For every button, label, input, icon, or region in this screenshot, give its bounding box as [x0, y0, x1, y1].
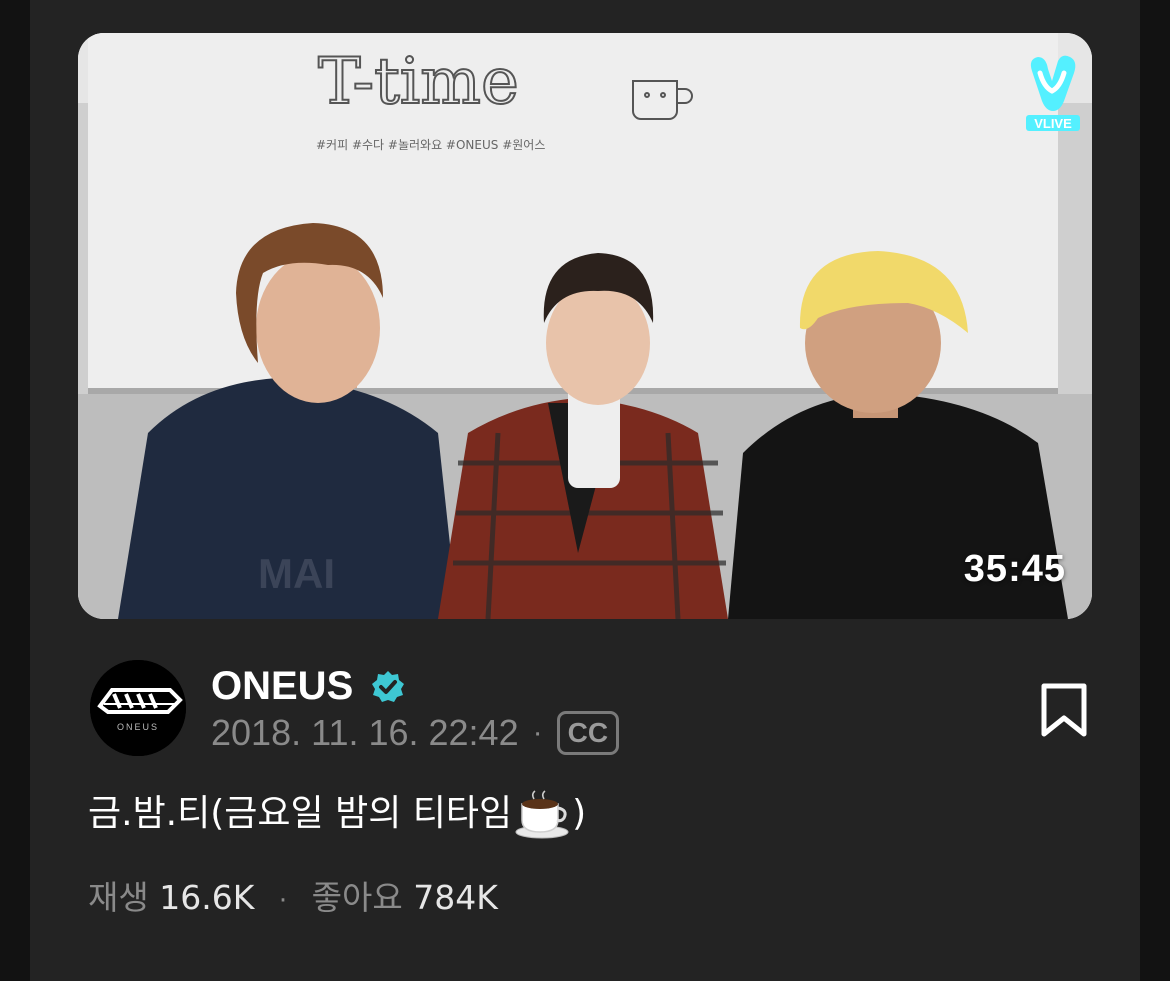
channel-avatar[interactable]: ONEUS	[90, 660, 186, 756]
sweater-text: MAI	[258, 550, 335, 597]
views-count: 16.6K	[159, 878, 255, 917]
views-label: 재생	[88, 878, 149, 917]
verified-badge-icon	[372, 671, 404, 702]
board-title: T-time	[318, 45, 519, 119]
avatar-text: ONEUS	[117, 722, 159, 732]
coffee-cup-icon	[515, 790, 569, 839]
post-title: 금.밤.티(금요일 밤의 티타임 )	[88, 786, 586, 842]
post-stats: 재생 16.6K · 좋아요 784K	[88, 872, 498, 927]
vlive-logo: VLIVE	[1026, 55, 1080, 131]
post-meta: 2018. 11. 16. 22:42 · CC	[211, 710, 620, 756]
meta-separator: ·	[532, 716, 543, 749]
oneus-logo-icon: ONEUS	[90, 660, 186, 756]
thumbnail-image: T-time #커피 #수다 #놀러와요 #ONEUS #원어스 MAI	[78, 33, 1092, 619]
cc-badge: CC	[556, 711, 620, 755]
vlive-badge-text: VLIVE	[1034, 116, 1072, 131]
video-thumbnail[interactable]: T-time #커피 #수다 #놀러와요 #ONEUS #원어스 MAI VLI…	[78, 33, 1092, 619]
likes-label: 좋아요	[311, 878, 403, 917]
video-duration: 35:45	[963, 548, 1066, 590]
likes-count: 784K	[413, 878, 498, 917]
channel-name[interactable]: ONEUS	[211, 662, 353, 710]
stats-separator: ·	[278, 886, 288, 916]
post-title-text: 금.밤.티(금요일 밤의 티타임	[88, 793, 513, 834]
post-title-suffix: )	[572, 793, 587, 834]
bookmark-icon[interactable]	[1036, 682, 1092, 738]
board-tags: #커피 #수다 #놀러와요 #ONEUS #원어스	[316, 138, 545, 152]
post-date: 2018. 11. 16. 22:42	[211, 712, 519, 753]
post-card: T-time #커피 #수다 #놀러와요 #ONEUS #원어스 MAI VLI…	[30, 0, 1140, 981]
